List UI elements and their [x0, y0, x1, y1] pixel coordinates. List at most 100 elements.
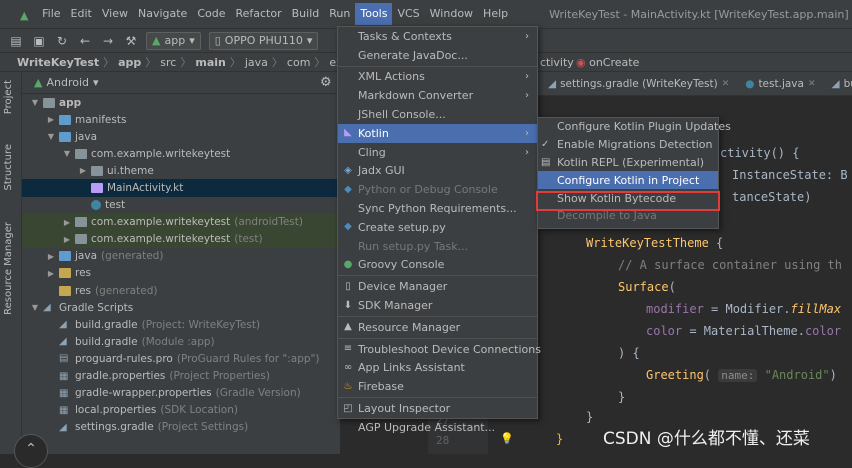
- breadcrumb-item[interactable]: java: [245, 56, 268, 69]
- tools-menu-item[interactable]: ●Groovy Console: [338, 256, 537, 275]
- tree-item[interactable]: ▶manifests: [22, 111, 340, 128]
- kotlin-menu-item[interactable]: ▤Kotlin REPL (Experimental): [538, 154, 718, 172]
- breadcrumb-item[interactable]: main: [195, 56, 226, 69]
- tools-menu-item[interactable]: Markdown Converter›: [338, 86, 537, 105]
- open-folder-icon[interactable]: ▤: [9, 34, 23, 48]
- tools-menu-item[interactable]: ♨Firebase: [338, 377, 537, 396]
- chevron-down-icon[interactable]: ▼: [62, 149, 72, 158]
- tab-test-java[interactable]: ●test.java✕: [737, 78, 823, 90]
- tools-menu-item[interactable]: Cling›: [338, 143, 537, 162]
- tree-item[interactable]: ◢build.gradle(Project: WriteKeyTest): [22, 316, 340, 333]
- tree-item[interactable]: ▶ui.theme: [22, 162, 340, 179]
- tools-menu-item[interactable]: XML Actions›: [338, 68, 537, 87]
- gear-icon[interactable]: ⚙: [320, 75, 332, 90]
- project-view-select[interactable]: Android: [46, 76, 89, 89]
- tree-item[interactable]: MainActivity.kt: [22, 179, 340, 196]
- build-hammer-icon[interactable]: ⚒: [124, 34, 138, 48]
- chevron-down-icon[interactable]: ▼: [30, 98, 40, 107]
- tools-menu-item[interactable]: ◆Create setup.py: [338, 218, 537, 237]
- menu-help[interactable]: Help: [478, 3, 513, 25]
- menu-navigate[interactable]: Navigate: [133, 3, 192, 25]
- chevron-right-icon[interactable]: ▶: [62, 235, 72, 244]
- chevron-down-icon[interactable]: ▼: [46, 132, 56, 141]
- menu-tools[interactable]: Tools: [355, 3, 392, 25]
- tools-menu-item[interactable]: ◣Kotlin›: [338, 124, 537, 143]
- side-tab-structure[interactable]: Structure: [3, 144, 14, 191]
- tools-menu-item[interactable]: ◰Layout Inspector: [338, 399, 537, 418]
- device-select[interactable]: ▯ OPPO PHU110 ▾: [209, 32, 319, 50]
- tools-menu-item: ◆Python or Debug Console: [338, 180, 537, 199]
- tree-item[interactable]: res(generated): [22, 282, 340, 299]
- close-icon[interactable]: ✕: [808, 79, 816, 89]
- breadcrumb-item[interactable]: WriteKeyTest: [17, 56, 99, 69]
- tree-item[interactable]: ▦gradle.properties(Project Properties): [22, 368, 340, 385]
- breadcrumb-item[interactable]: ctivity: [540, 56, 574, 69]
- chevron-right-icon[interactable]: ▶: [62, 218, 72, 227]
- menu-build[interactable]: Build: [287, 3, 325, 25]
- tools-menu-item[interactable]: Tasks & Contexts›: [338, 27, 537, 46]
- tree-item[interactable]: ▶java(generated): [22, 248, 340, 265]
- menu-edit[interactable]: Edit: [66, 3, 97, 25]
- scroll-top-button[interactable]: ⌃: [14, 434, 48, 468]
- chevron-right-icon[interactable]: ▶: [46, 252, 56, 261]
- tree-item[interactable]: test: [22, 197, 340, 214]
- tools-menu-item[interactable]: ∞App Links Assistant: [338, 359, 537, 378]
- tree-item[interactable]: ▦local.properties(SDK Location): [22, 402, 340, 419]
- back-icon[interactable]: ←: [78, 34, 92, 48]
- tree-item[interactable]: ▤proguard-rules.pro(ProGuard Rules for "…: [22, 350, 340, 367]
- menu-run[interactable]: Run: [324, 3, 355, 25]
- tree-item[interactable]: ◢build.gradle(Module :app): [22, 333, 340, 350]
- kotlin-menu-item[interactable]: ✓Enable Migrations Detection: [538, 136, 718, 154]
- code-line: InstanceState: B: [732, 168, 848, 182]
- forward-icon[interactable]: →: [101, 34, 115, 48]
- tree-item[interactable]: ▶res: [22, 265, 340, 282]
- kotlin-menu-item[interactable]: Configure Kotlin in Project: [538, 171, 718, 189]
- tools-menu-item[interactable]: JShell Console...: [338, 105, 537, 124]
- breadcrumb-item[interactable]: src: [160, 56, 176, 69]
- chevron-right-icon[interactable]: ▶: [78, 166, 88, 175]
- tree-item-label: res: [75, 285, 91, 297]
- menu-view[interactable]: View: [97, 3, 133, 25]
- save-icon[interactable]: ▣: [32, 34, 46, 48]
- kotlin-menu-item[interactable]: Configure Kotlin Plugin Updates: [538, 118, 718, 136]
- tree-item[interactable]: ▼com.example.writekeytest: [22, 145, 340, 162]
- tools-menu-item[interactable]: Sync Python Requirements...: [338, 199, 537, 218]
- run-config-select[interactable]: ▲ app ▾: [146, 32, 201, 50]
- side-tab-resource-manager[interactable]: Resource Manager: [3, 222, 14, 315]
- tree-item-label: MainActivity.kt: [107, 182, 183, 194]
- folder-icon: [59, 251, 71, 261]
- tree-item[interactable]: ▶com.example.writekeytest(androidTest): [22, 214, 340, 231]
- chevron-right-icon[interactable]: ▶: [46, 269, 56, 278]
- close-icon[interactable]: ✕: [722, 79, 730, 89]
- tools-menu-item[interactable]: ⬇SDK Manager: [338, 296, 537, 315]
- menu-refactor[interactable]: Refactor: [230, 3, 286, 25]
- tree-item[interactable]: ▦gradle-wrapper.properties(Gradle Versio…: [22, 385, 340, 402]
- tab-label: settings.gradle (WriteKeyTest): [560, 78, 718, 90]
- tree-item[interactable]: ▶com.example.writekeytest(test): [22, 231, 340, 248]
- tools-menu-item[interactable]: ▲Resource Manager: [338, 318, 537, 337]
- side-tab-project[interactable]: Project: [3, 80, 14, 114]
- menu-code[interactable]: Code: [192, 3, 230, 25]
- tree-item[interactable]: ▼app: [22, 94, 340, 111]
- tab-settings-gradle[interactable]: ◢settings.gradle (WriteKeyTest)✕: [540, 78, 737, 90]
- breadcrumb-item[interactable]: com: [287, 56, 311, 69]
- breadcrumb-item[interactable]: ◉ onCreate: [576, 56, 639, 69]
- tab-build-gradle[interactable]: ◢bu: [824, 78, 852, 90]
- sync-icon[interactable]: ↻: [55, 34, 69, 48]
- tools-menu-item[interactable]: ≡Troubleshoot Device Connections: [338, 340, 537, 359]
- tree-item-hint: (Gradle Version): [216, 387, 301, 399]
- menu-vcs[interactable]: VCS: [392, 3, 424, 25]
- tools-menu-item[interactable]: ◈Jadx GUI: [338, 162, 537, 181]
- chevron-down-icon[interactable]: ▾: [93, 76, 99, 89]
- chevron-down-icon[interactable]: ▼: [30, 303, 40, 312]
- tools-menu-item[interactable]: Generate JavaDoc...: [338, 46, 537, 65]
- menu-file[interactable]: File: [37, 3, 65, 25]
- tools-menu-item[interactable]: AGP Upgrade Assistant...: [338, 418, 537, 437]
- chevron-right-icon[interactable]: ▶: [46, 115, 56, 124]
- tree-item[interactable]: ◢settings.gradle(Project Settings): [22, 419, 340, 436]
- menu-window[interactable]: Window: [425, 3, 478, 25]
- breadcrumb-item[interactable]: app: [118, 56, 141, 69]
- tools-menu-item[interactable]: ▯Device Manager: [338, 277, 537, 296]
- tree-item[interactable]: ▼◢Gradle Scripts: [22, 299, 340, 316]
- tree-item[interactable]: ▼java: [22, 128, 340, 145]
